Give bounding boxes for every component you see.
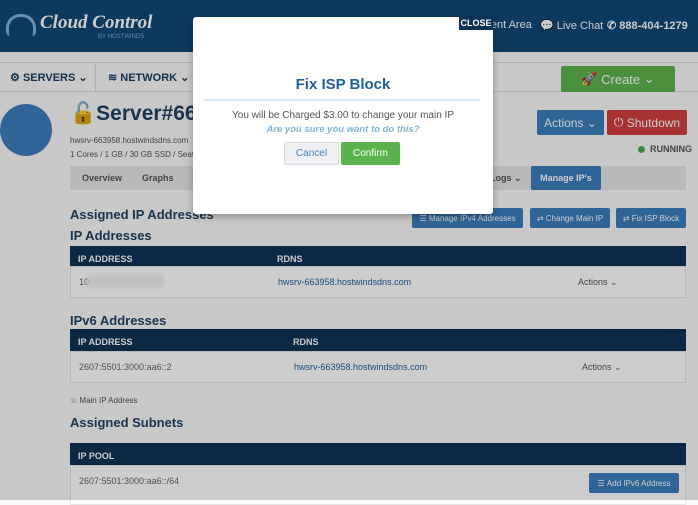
modal-message: You will be Charged $3.00 to change your… bbox=[232, 110, 454, 121]
fix-isp-modal: CLOSE Fix ISP Block You will be Charged … bbox=[193, 17, 493, 214]
modal-title: Fix ISP Block bbox=[295, 76, 391, 93]
cancel-button[interactable]: Cancel bbox=[284, 142, 339, 165]
confirm-button[interactable]: Confirm bbox=[341, 142, 400, 165]
close-button[interactable]: CLOSE bbox=[459, 17, 493, 30]
modal-divider bbox=[204, 99, 480, 101]
modal-confirm-question: Are you sure you want to do this? bbox=[266, 124, 420, 135]
